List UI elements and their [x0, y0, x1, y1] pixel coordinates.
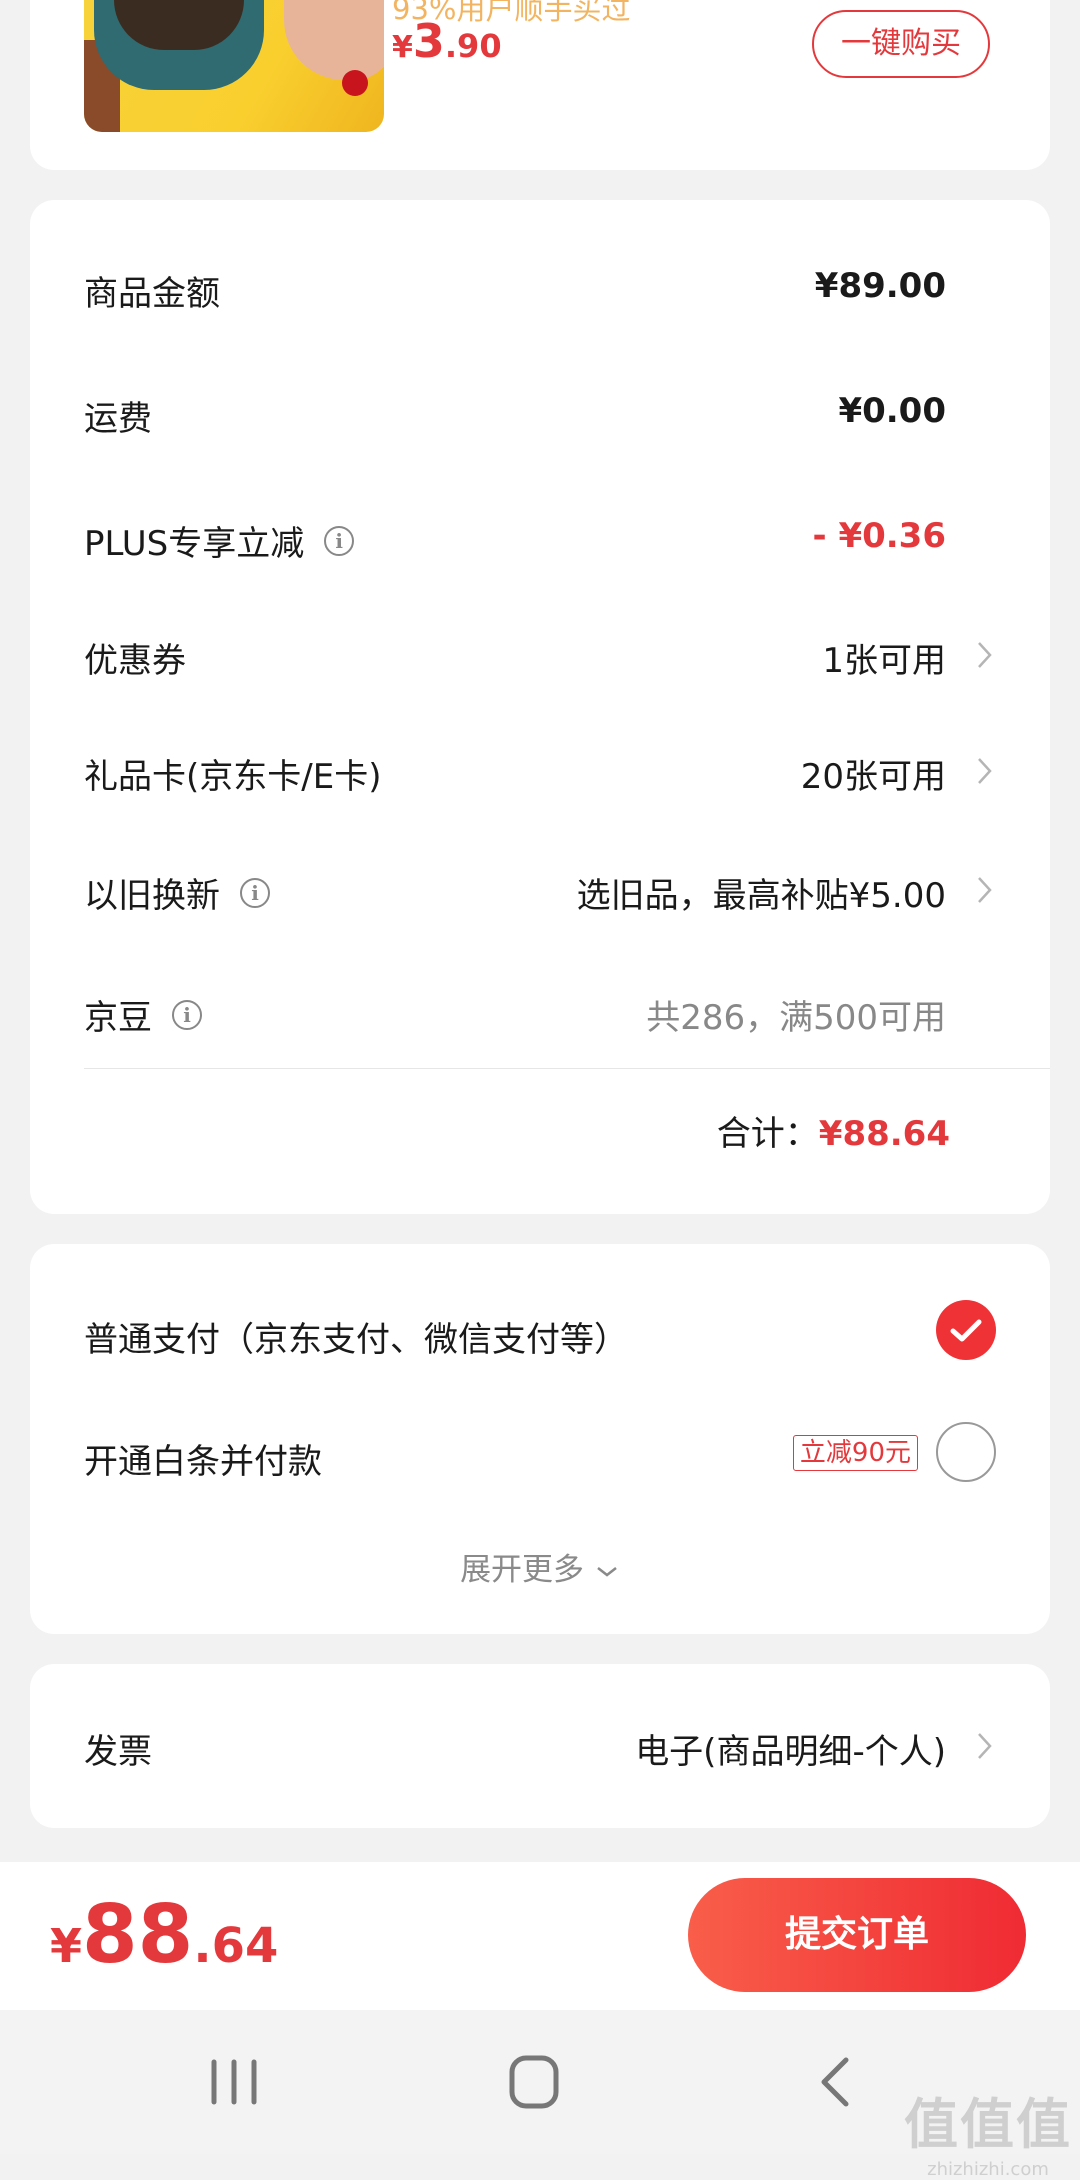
price-integer: 88 [82, 1888, 194, 1981]
plus-discount-label: PLUS专享立减 [84, 524, 305, 564]
plus-discount-value: - ¥0.36 [812, 516, 947, 556]
back-icon[interactable] [798, 2050, 878, 2114]
chevron-right-icon [978, 877, 992, 903]
home-icon[interactable] [494, 2050, 574, 2114]
shipping-value: ¥0.00 [838, 391, 946, 431]
one-click-buy-button[interactable]: 一键购买 [812, 10, 990, 78]
invoice-label: 发票 [84, 1732, 152, 1772]
checkout-total-price: ¥88.64 [50, 1888, 278, 1981]
info-icon[interactable]: i [240, 877, 270, 908]
coupon-row[interactable]: 优惠券 1张可用 [84, 625, 996, 685]
baitiao-payment-label: 开通白条并付款 [84, 1442, 322, 1482]
chevron-right-icon [978, 642, 992, 668]
product-price: ¥3.90 [392, 14, 502, 68]
jd-beans-label: 京豆 [84, 998, 152, 1038]
coupon-value: 1张可用 [822, 641, 946, 681]
order-summary-card: 商品金额 ¥89.00 运费 ¥0.00 PLUS专享立减 i - ¥0.36 … [30, 200, 1050, 1214]
checkout-bar: ¥88.64 提交订单 [0, 1862, 1080, 2010]
plus-discount-row: PLUS专享立减 i - ¥0.36 [84, 508, 996, 568]
jd-beans-row: 京豆 i 共286，满500可用 [84, 982, 996, 1042]
shipping-row: 运费 ¥0.00 [84, 383, 996, 443]
chevron-right-icon [978, 1733, 992, 1759]
invoice-row[interactable]: 发票 电子(商品明细-个人) [84, 1716, 996, 1776]
submit-order-button[interactable]: 提交订单 [688, 1878, 1026, 1992]
normal-payment-label: 普通支付（京东支付、微信支付等） [84, 1320, 628, 1360]
expand-more-label: 展开更多 [460, 1552, 585, 1588]
expand-more-button[interactable]: 展开更多 [30, 1544, 1050, 1589]
recent-apps-icon[interactable] [194, 2050, 274, 2114]
tradein-label: 以旧换新 [84, 876, 220, 916]
product-image[interactable] [84, 0, 384, 132]
radio-unselected[interactable] [936, 1422, 996, 1482]
invoice-card[interactable]: 发票 电子(商品明细-个人) [30, 1664, 1050, 1828]
price-currency: ¥ [392, 30, 413, 65]
invoice-value: 电子(商品明细-个人) [635, 1732, 946, 1772]
coupon-label: 优惠券 [84, 641, 186, 681]
divider [84, 1068, 1050, 1069]
shipping-label: 运费 [84, 399, 152, 439]
payment-method-card: 普通支付（京东支付、微信支付等） 开通白条并付款 立减90元 展开更多 [30, 1244, 1050, 1634]
goods-amount-value: ¥89.00 [814, 266, 946, 306]
recommended-product-card: 93%用户顺手买过 ¥3.90 一键购买 [30, 0, 1050, 170]
tradein-row[interactable]: 以旧换新 i 选旧品，最高补贴¥5.00 [84, 860, 996, 920]
giftcard-row[interactable]: 礼品卡(京东卡/E卡) 20张可用 [84, 741, 996, 801]
info-icon[interactable]: i [324, 525, 355, 556]
watermark-logo: 值值值 [904, 2093, 1072, 2156]
goods-amount-row: 商品金额 ¥89.00 [84, 258, 996, 318]
system-navigation-bar: 值值值 zhizhizhi.com [0, 2010, 1080, 2180]
giftcard-value: 20张可用 [800, 757, 946, 797]
watermark-url: zhizhizhi.com [927, 2159, 1049, 2180]
info-icon[interactable]: i [172, 999, 202, 1030]
tradein-value: 选旧品，最高补贴¥5.00 [576, 876, 946, 916]
check-icon [950, 1319, 982, 1342]
price-decimal: .90 [444, 27, 502, 65]
giftcard-label: 礼品卡(京东卡/E卡) [84, 757, 382, 797]
radio-selected[interactable] [936, 1300, 996, 1360]
price-decimal: .64 [193, 1918, 279, 1974]
price-currency: ¥ [50, 1919, 83, 1973]
goods-amount-label: 商品金额 [84, 274, 220, 314]
chevron-down-icon [597, 1566, 617, 1577]
baitiao-payment-option[interactable]: 开通白条并付款 立减90元 [84, 1422, 996, 1486]
order-total: 合计：¥88.64 [717, 1106, 950, 1155]
promo-tag: 立减90元 [792, 1435, 918, 1471]
total-label: 合计： [716, 1114, 819, 1154]
total-value: ¥88.64 [818, 1114, 950, 1154]
price-integer: 3 [412, 14, 445, 68]
jd-beans-value: 共286，满500可用 [646, 998, 946, 1038]
watermark: 值值值 zhizhizhi.com [904, 2080, 1072, 2180]
chevron-right-icon [978, 758, 992, 784]
normal-payment-option[interactable]: 普通支付（京东支付、微信支付等） [84, 1300, 996, 1364]
